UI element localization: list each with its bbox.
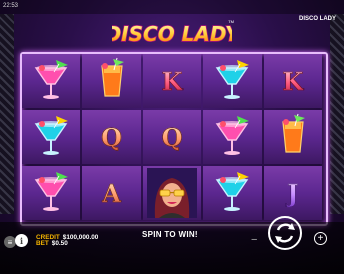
- bet-label: BET: [36, 240, 49, 247]
- symbol-pink-cocktail-icon: [22, 54, 81, 108]
- game-logo: DISCO LADY TM: [112, 17, 234, 49]
- bet-display: BET $0.50: [36, 240, 68, 247]
- symbol-pink-cocktail-icon: [22, 166, 81, 220]
- symbol-K: K: [263, 54, 323, 108]
- reel-1: [22, 54, 81, 220]
- symbol-blue-cocktail-icon: [203, 166, 262, 220]
- symbol-K: K: [142, 54, 202, 108]
- spin-arrows-icon: [275, 223, 295, 243]
- symbol-disco-lady-icon: [142, 166, 202, 220]
- symbol-orange-cocktail-icon: [82, 54, 141, 108]
- spin-prompt: SPIN TO WIN!: [142, 230, 198, 239]
- symbol-A: A: [82, 166, 141, 220]
- bet-value: $0.50: [51, 240, 68, 247]
- symbol-Q: Q: [82, 110, 141, 164]
- reel-grid: QAKQ K J: [22, 54, 323, 220]
- info-button[interactable]: i: [15, 234, 28, 247]
- clock: 22:53: [3, 3, 19, 9]
- trademark: TM: [228, 19, 234, 24]
- symbol-J: J: [263, 166, 323, 220]
- symbol-blue-cocktail-icon: [203, 54, 262, 108]
- spin-button[interactable]: [268, 216, 302, 250]
- logo-graphic: DISCO LADY: [112, 21, 232, 46]
- reel-4: [203, 54, 262, 220]
- truss-right: [330, 14, 344, 214]
- game-name-label: DISCO LADY: [298, 16, 336, 22]
- credit-value: $100,000.00: [62, 234, 99, 241]
- decrease-bet-button[interactable]: −: [251, 234, 257, 246]
- symbol-orange-cocktail-icon: [263, 110, 323, 164]
- increase-bet-button[interactable]: +: [314, 232, 327, 245]
- reel-3: KQ: [142, 54, 202, 220]
- truss-left: [0, 14, 14, 214]
- reel-2: QA: [82, 54, 141, 220]
- symbol-Q: Q: [142, 110, 202, 164]
- reel-5: K J: [263, 54, 323, 220]
- symbol-blue-cocktail-icon: [22, 110, 81, 164]
- game-screen: 22:53 DISCO LADY DISCO LADY TM: [0, 0, 344, 274]
- top-bar: 22:53: [0, 0, 344, 14]
- symbol-pink-cocktail-icon: [203, 110, 262, 164]
- svg-text:DISCO LADY: DISCO LADY: [112, 22, 232, 46]
